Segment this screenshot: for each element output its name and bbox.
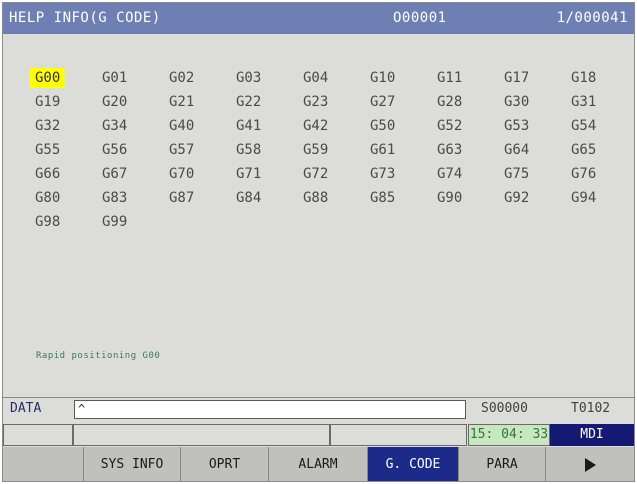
gcode-item[interactable]: G04 [298, 68, 333, 88]
gcode-item[interactable]: G50 [365, 116, 400, 136]
gcode-item[interactable]: G88 [298, 188, 333, 208]
gcode-item[interactable]: G18 [566, 68, 601, 88]
gcode-item[interactable]: G98 [30, 212, 65, 232]
cnc-help-screen: HELP INFO(G CODE) O00001 1/000041 G00 G01… [2, 2, 635, 482]
gcode-item[interactable]: G56 [97, 140, 132, 160]
gcode-item[interactable]: G27 [365, 92, 400, 112]
gcode-item[interactable]: G73 [365, 164, 400, 184]
gcode-item[interactable]: G70 [164, 164, 199, 184]
gcode-item[interactable]: G92 [499, 188, 534, 208]
mode-indicator: MDI [550, 424, 634, 446]
gcode-item[interactable]: G85 [365, 188, 400, 208]
softkey-g-code[interactable]: G. CODE [368, 447, 459, 481]
tool-number: T0102 [571, 401, 611, 416]
gcode-item[interactable]: G66 [30, 164, 65, 184]
data-label: DATA [10, 401, 42, 416]
softkey-alarm[interactable]: ALARM [269, 447, 368, 481]
gcode-item[interactable]: G01 [97, 68, 132, 88]
gcode-item[interactable]: G55 [30, 140, 65, 160]
gcode-item[interactable]: G42 [298, 116, 333, 136]
gcode-item[interactable]: G00 [30, 68, 66, 88]
gcode-item[interactable]: G11 [432, 68, 467, 88]
gcode-item[interactable]: G59 [298, 140, 333, 160]
clock: 15: 04: 33 [468, 424, 550, 446]
divider [3, 397, 634, 398]
gcode-item[interactable]: G40 [164, 116, 199, 136]
gcode-item[interactable]: G72 [298, 164, 333, 184]
message-box-2 [73, 424, 330, 446]
gcode-item[interactable]: G99 [97, 212, 132, 232]
program-number: O00001 [393, 10, 447, 26]
gcode-item[interactable]: G87 [164, 188, 199, 208]
gcode-item[interactable]: G57 [164, 140, 199, 160]
message-box-3 [330, 424, 467, 446]
gcode-description: Rapid positioning G00 [36, 351, 161, 361]
gcode-item[interactable]: G61 [365, 140, 400, 160]
gcode-item[interactable]: G75 [499, 164, 534, 184]
gcode-item[interactable]: G28 [432, 92, 467, 112]
data-input[interactable]: ^ [74, 400, 466, 419]
softkey-oprt[interactable]: OPRT [181, 447, 269, 481]
gcode-item[interactable]: G21 [164, 92, 199, 112]
gcode-item[interactable]: G02 [164, 68, 199, 88]
spindle-speed: S00000 [481, 401, 528, 416]
softkey-1[interactable] [3, 447, 84, 481]
gcode-item[interactable]: G41 [231, 116, 266, 136]
gcode-item[interactable]: G58 [231, 140, 266, 160]
gcode-item[interactable]: G90 [432, 188, 467, 208]
gcode-item[interactable]: G71 [231, 164, 266, 184]
gcode-item[interactable]: G17 [499, 68, 534, 88]
gcode-item[interactable]: G80 [30, 188, 65, 208]
softkey-bar: SYS INFO OPRT ALARM G. CODE PARA [3, 447, 634, 481]
gcode-item[interactable]: G52 [432, 116, 467, 136]
softkey-sys-info[interactable]: SYS INFO [84, 447, 181, 481]
right-triangle-icon [584, 457, 596, 472]
screen-title: HELP INFO(G CODE) [9, 10, 161, 26]
gcode-item[interactable]: G20 [97, 92, 132, 112]
page-indicator: 1/000041 [556, 10, 628, 26]
message-box-1 [3, 424, 73, 446]
gcode-item[interactable]: G67 [97, 164, 132, 184]
title-bar: HELP INFO(G CODE) O00001 1/000041 [3, 3, 634, 34]
gcode-item[interactable]: G83 [97, 188, 132, 208]
gcode-item[interactable]: G34 [97, 116, 132, 136]
gcode-item[interactable]: G63 [432, 140, 467, 160]
softkey-next[interactable] [546, 447, 634, 481]
gcode-item[interactable]: G30 [499, 92, 534, 112]
gcode-item[interactable]: G94 [566, 188, 601, 208]
gcode-item[interactable]: G76 [566, 164, 601, 184]
gcode-item[interactable]: G31 [566, 92, 601, 112]
gcode-item[interactable]: G64 [499, 140, 534, 160]
gcode-item[interactable]: G84 [231, 188, 266, 208]
gcode-item[interactable]: G74 [432, 164, 467, 184]
gcode-item[interactable]: G19 [30, 92, 65, 112]
gcode-item[interactable]: G65 [566, 140, 601, 160]
gcode-item[interactable]: G32 [30, 116, 65, 136]
gcode-item[interactable]: G03 [231, 68, 266, 88]
gcode-grid: G00 G01 G02 G03 G04 G10 G11 G17 G18 G19 G20 G21 G22 G… [30, 68, 633, 236]
gcode-item[interactable]: G10 [365, 68, 400, 88]
gcode-item[interactable]: G53 [499, 116, 534, 136]
gcode-item[interactable]: G22 [231, 92, 266, 112]
gcode-item[interactable]: G23 [298, 92, 333, 112]
softkey-para[interactable]: PARA [459, 447, 546, 481]
gcode-item[interactable]: G54 [566, 116, 601, 136]
